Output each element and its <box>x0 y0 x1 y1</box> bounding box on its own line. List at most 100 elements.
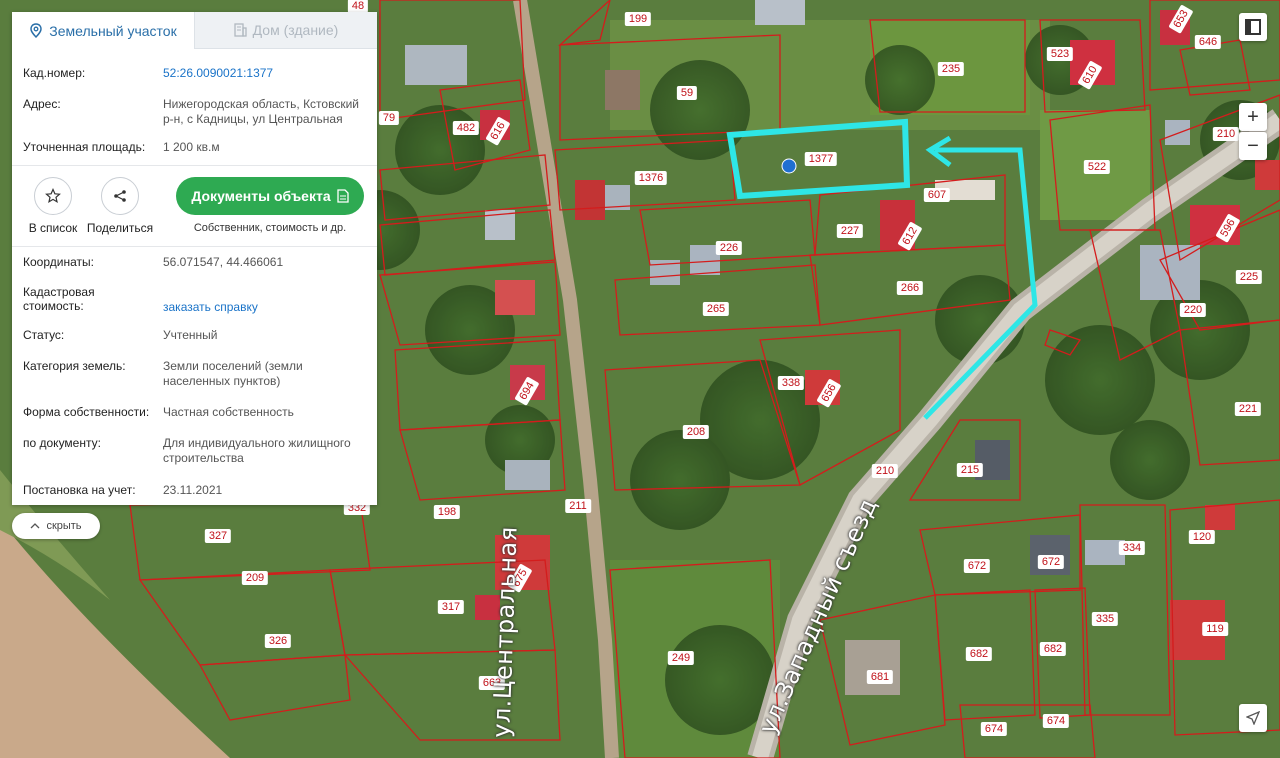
coords-value: 56.071547, 44.466061 <box>163 255 284 269</box>
parcel-number-label[interactable]: 215 <box>956 463 984 477</box>
parcel-number-label[interactable]: 672 <box>963 559 991 573</box>
add-to-list-label: В список <box>28 221 78 235</box>
address-value: Нижегородская область, Кстовский р-н, с … <box>163 97 366 133</box>
address-label: Адрес: <box>23 97 61 111</box>
by-document-row: по документу: Для индивидуального жилищн… <box>12 436 377 472</box>
parcel-number-label[interactable]: 335 <box>1091 612 1119 626</box>
category-line1: Земли поселений (земли <box>163 359 303 373</box>
category-line2: населенных пунктов) <box>163 374 281 388</box>
cost-label-line1: Кадастровая <box>23 285 95 299</box>
parcel-number-label[interactable]: 198 <box>433 505 461 519</box>
parcel-number-label[interactable]: 681 <box>866 670 894 684</box>
hide-panel-button[interactable]: скрыть <box>12 513 100 539</box>
area-label: Уточненная площадь: <box>23 140 146 154</box>
parcel-number-label[interactable]: 220 <box>1179 303 1207 317</box>
documents-subtitle: Собственник, стоимость и др. <box>193 222 347 234</box>
parcel-number-label[interactable]: 226 <box>715 241 743 255</box>
parcel-number-label[interactable]: 326 <box>264 634 292 648</box>
panel-tabs: Земельный участок Дом (здание) <box>12 12 377 49</box>
layers-icon <box>1245 19 1261 35</box>
parcel-number-label[interactable]: 338 <box>777 376 805 390</box>
category-label: Категория земель: <box>23 359 126 373</box>
parcel-number-label[interactable]: 523 <box>1046 47 1074 61</box>
parcel-number-label[interactable]: 225 <box>1235 270 1263 284</box>
share-icon <box>114 190 126 202</box>
documents-button[interactable]: Документы объекта <box>176 177 364 215</box>
coords-row: Координаты: 56.071547, 44.466061 <box>12 255 377 275</box>
divider <box>12 246 377 247</box>
layers-button[interactable] <box>1239 13 1267 41</box>
parcel-number-label[interactable]: 120 <box>1188 530 1216 544</box>
parcel-number-label[interactable]: 211 <box>565 499 591 513</box>
locate-button[interactable] <box>1239 704 1267 732</box>
building-icon <box>234 23 247 37</box>
parcel-number-label[interactable]: 482 <box>452 121 480 135</box>
document-icon <box>336 189 349 203</box>
coords-label: Координаты: <box>23 255 94 269</box>
share-label: Поделиться <box>86 221 154 235</box>
ownership-row: Форма собственности: Частная собственнос… <box>12 405 377 425</box>
parcel-number-label[interactable]: 227 <box>836 224 864 238</box>
parcel-number-label[interactable]: 210 <box>1212 127 1240 141</box>
parcel-number-label[interactable]: 221 <box>1234 402 1262 416</box>
zoom-in-button[interactable]: + <box>1239 103 1267 131</box>
category-value: Земли поселений (земли населенных пункто… <box>163 359 366 395</box>
parcel-number-label[interactable]: 210 <box>871 464 899 478</box>
parcel-number-label[interactable]: 334 <box>1118 541 1146 555</box>
status-value: Учтенный <box>163 328 218 342</box>
by-document-line1: Для индивидуального жилищного <box>163 436 351 450</box>
category-row: Категория земель: Земли поселений (земли… <box>12 359 377 395</box>
parcel-number-label[interactable]: 119 <box>1202 622 1228 636</box>
parcel-number-label[interactable]: 79 <box>378 111 400 125</box>
hide-label: скрыть <box>46 520 82 532</box>
parcel-number-label[interactable]: 265 <box>702 302 730 316</box>
parcel-number-label[interactable]: 327 <box>204 529 232 543</box>
cad-number-value[interactable]: 52:26.0090021:1377 <box>163 66 366 86</box>
parcel-number-label[interactable]: 1377 <box>804 152 838 166</box>
share-button[interactable] <box>101 177 139 215</box>
parcel-number-label[interactable]: 607 <box>923 188 951 202</box>
parcel-number-label[interactable]: 199 <box>624 12 652 26</box>
parcel-number-label[interactable]: 674 <box>980 722 1008 736</box>
navigation-arrow-icon <box>1246 711 1260 725</box>
order-report-link[interactable]: заказать справку <box>163 285 366 319</box>
chevron-up-icon <box>30 523 40 529</box>
tab-land-plot[interactable]: Земельный участок <box>12 12 194 49</box>
parcel-number-label[interactable]: 646 <box>1194 35 1222 49</box>
parcel-number-label[interactable]: 317 <box>437 600 465 614</box>
parcel-number-label[interactable]: 672 <box>1037 555 1065 569</box>
cad-number-row: Кад.номер: 52:26.0090021:1377 <box>12 66 377 86</box>
location-marker <box>781 158 797 174</box>
parcel-number-label[interactable]: 249 <box>667 651 695 665</box>
parcel-number-label[interactable]: 682 <box>1039 642 1067 656</box>
parcel-number-label[interactable]: 266 <box>896 281 924 295</box>
area-value: 1 200 кв.м <box>163 140 220 154</box>
add-to-list-button[interactable] <box>34 177 72 215</box>
parcel-number-label[interactable]: 522 <box>1083 160 1111 174</box>
cost-label: Кадастровая стоимость: <box>23 285 163 319</box>
tab-label: Дом (здание) <box>252 22 339 38</box>
parcel-number-label[interactable]: 674 <box>1042 714 1070 728</box>
tab-building[interactable]: Дом (здание) <box>194 12 377 49</box>
parcel-number-label[interactable]: 682 <box>965 647 993 661</box>
parcel-number-label[interactable]: 235 <box>937 62 965 76</box>
zoom-out-button[interactable]: − <box>1239 132 1267 160</box>
ownership-value: Частная собственность <box>163 405 294 419</box>
area-row: Уточненная площадь: 1 200 кв.м <box>12 140 377 160</box>
cost-row: Кадастровая стоимость: заказать справку <box>12 285 377 319</box>
star-icon <box>45 188 61 204</box>
by-document-line2: строительства <box>163 451 244 465</box>
parcel-number-label[interactable]: 208 <box>682 425 710 439</box>
registered-value: 23.11.2021 <box>163 483 223 497</box>
tab-label: Земельный участок <box>49 22 177 39</box>
parcel-info-panel: Земельный участок Дом (здание) Кад.номер… <box>12 12 377 505</box>
cad-number-label: Кад.номер: <box>23 66 86 80</box>
by-document-value: Для индивидуального жилищного строительс… <box>163 436 366 472</box>
status-row: Статус: Учтенный <box>12 328 377 348</box>
parcel-number-label[interactable]: 59 <box>676 86 698 100</box>
registered-label: Постановка на учет: <box>23 483 136 497</box>
parcel-number-label[interactable]: 209 <box>241 571 269 585</box>
ownership-label: Форма собственности: <box>23 405 150 419</box>
parcel-number-label[interactable]: 1376 <box>634 171 668 185</box>
documents-button-label: Документы объекта <box>191 188 331 204</box>
